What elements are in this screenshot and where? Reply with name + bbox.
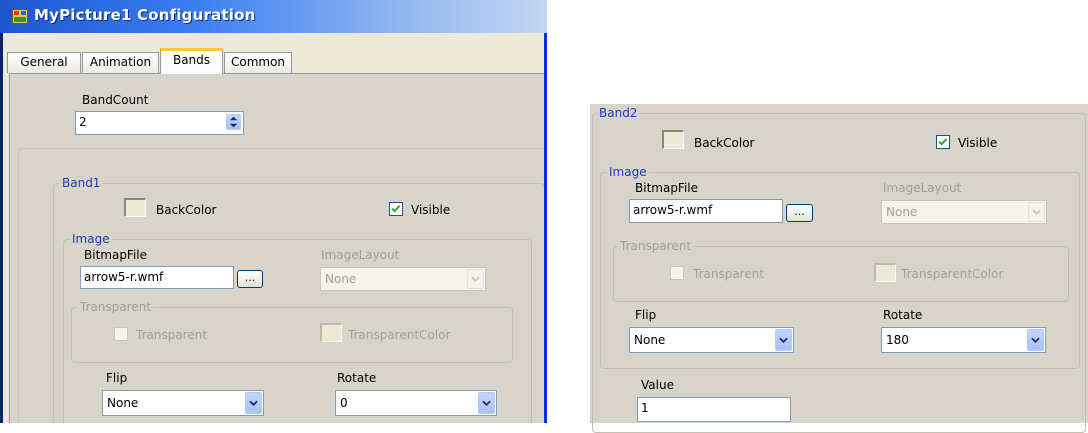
bandcount-label: BandCount: [82, 93, 149, 107]
band1-title: Band1: [60, 176, 103, 190]
band1-flip-label: Flip: [106, 371, 128, 385]
band1-backcolor-swatch[interactable]: [124, 198, 146, 217]
bandcount-spinner[interactable]: 2: [75, 111, 244, 135]
bands-tab-panel: BandCount 2 Band1 BackColor Visible Imag…: [9, 73, 547, 423]
band1-imagelayout-value: None: [325, 272, 357, 286]
band2-visible-checkbox[interactable]: [936, 135, 950, 149]
band2-rotate-select[interactable]: 180: [881, 327, 1046, 353]
band1-rotate-select[interactable]: 0: [335, 390, 497, 416]
chevron-down-icon[interactable]: [245, 392, 262, 414]
band1-visible-checkbox[interactable]: [389, 202, 403, 216]
band1-imagelayout-label: ImageLayout: [321, 248, 400, 262]
tab-common[interactable]: Common: [224, 52, 292, 73]
band2-rotate-value: 180: [886, 333, 909, 347]
checkmark-icon: [938, 138, 948, 146]
band1-browse-button[interactable]: ...: [237, 270, 263, 288]
band2-backcolor-swatch[interactable]: [662, 130, 684, 149]
band1-bitmapfile-input[interactable]: arrow5-r.wmf: [80, 266, 234, 289]
band2-imagelayout-label: ImageLayout: [883, 181, 962, 195]
band2-panel: Band2 BackColor Visible Image BitmapFile…: [590, 104, 1088, 433]
band1-transparentcolor-label: TransparentColor: [348, 328, 451, 342]
band2-flip-value: None: [634, 333, 666, 347]
band2-flip-select[interactable]: None: [629, 327, 794, 353]
band1-image-title: Image: [70, 232, 112, 246]
band2-value-input[interactable]: 1: [637, 397, 791, 422]
band1-visible-label: Visible: [411, 203, 451, 217]
band2-group: Band2 BackColor Visible Image BitmapFile…: [592, 106, 1086, 433]
band1-flip-value: None: [107, 396, 139, 410]
band2-bitmapfile-input[interactable]: arrow5-r.wmf: [629, 199, 783, 223]
checkmark-icon: [391, 205, 401, 213]
band2-transparent-title: Transparent: [618, 239, 694, 253]
band1-rotate-label: Rotate: [337, 371, 377, 385]
band2-backcolor-label: BackColor: [694, 136, 755, 150]
window-title: MyPicture1 Configuration: [34, 6, 256, 24]
band1-transparent-label: Transparent: [136, 328, 208, 342]
band1-transparent-checkbox[interactable]: [114, 327, 128, 341]
band2-image-title: Image: [607, 165, 649, 179]
band1-bitmapfile-label: BitmapFile: [84, 248, 148, 262]
band2-transparentcolor-swatch[interactable]: [874, 263, 896, 282]
app-icon: [12, 9, 28, 24]
spin-updown-icon[interactable]: [226, 114, 241, 130]
band2-transparentcolor-label: TransparentColor: [901, 267, 1004, 281]
band2-imagelayout-value: None: [886, 205, 918, 219]
chevron-down-icon[interactable]: [1028, 202, 1045, 222]
band1-image-group: Image BitmapFile arrow5-r.wmf ... ImageL…: [63, 232, 532, 423]
band1-flip-select[interactable]: None: [102, 390, 264, 416]
band2-transparent-group: Transparent Transparent TransparentColor: [613, 239, 1069, 302]
band2-bitmapfile-label: BitmapFile: [635, 181, 699, 195]
band1-transparent-group: Transparent Transparent TransparentColor: [71, 300, 513, 363]
band2-title: Band2: [597, 106, 640, 120]
tab-bands[interactable]: Bands: [160, 48, 223, 74]
band2-rotate-label: Rotate: [883, 308, 923, 322]
chevron-down-icon[interactable]: [775, 329, 792, 351]
band2-browse-button[interactable]: ...: [786, 204, 813, 222]
window-border-right: [544, 33, 547, 423]
config-window: MyPicture1 Configuration General Animati…: [0, 0, 547, 423]
dialog-client: General Animation Bands Common BandCount…: [3, 33, 547, 423]
bandcount-value: 2: [79, 115, 87, 129]
band1-rotate-value: 0: [340, 396, 348, 410]
band2-imagelayout-select[interactable]: None: [881, 200, 1047, 224]
band2-flip-label: Flip: [635, 308, 657, 322]
band2-transparent-checkbox[interactable]: [670, 266, 684, 280]
chevron-down-icon[interactable]: [467, 269, 484, 289]
chevron-down-icon[interactable]: [1027, 329, 1044, 351]
band1-transparent-title: Transparent: [78, 300, 154, 314]
band1-backcolor-label: BackColor: [156, 203, 217, 217]
title-bar[interactable]: MyPicture1 Configuration: [0, 0, 547, 33]
band1-group: Band1 BackColor Visible Image BitmapFile…: [53, 176, 545, 423]
band2-image-group: Image BitmapFile arrow5-r.wmf ... ImageL…: [600, 165, 1080, 369]
band1-transparentcolor-swatch[interactable]: [320, 323, 342, 342]
chevron-down-icon[interactable]: [478, 392, 495, 414]
tab-general[interactable]: General: [7, 52, 81, 73]
tab-animation[interactable]: Animation: [82, 52, 159, 73]
band2-transparent-label: Transparent: [693, 267, 765, 281]
band2-visible-label: Visible: [958, 136, 998, 150]
band2-value-label: Value: [641, 378, 674, 392]
band1-imagelayout-select[interactable]: None: [320, 267, 486, 291]
